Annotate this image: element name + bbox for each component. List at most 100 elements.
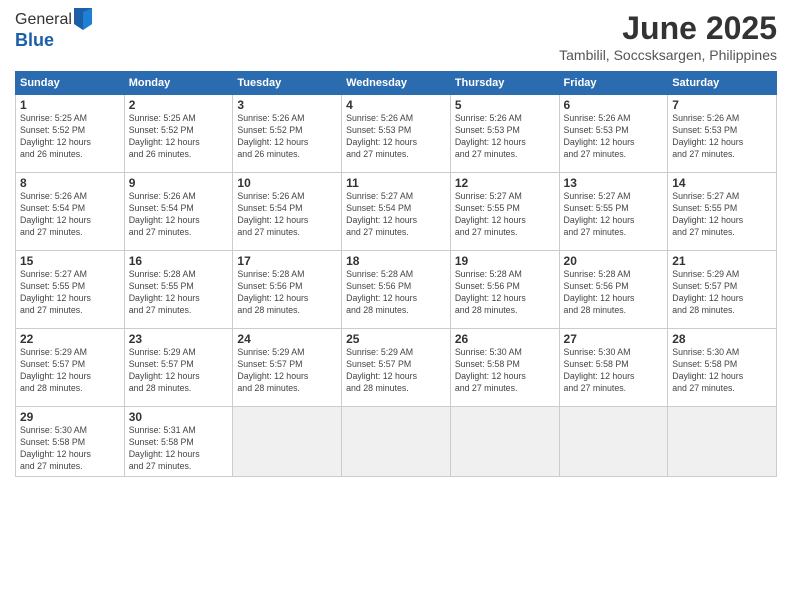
calendar-cell: 6Sunrise: 5:26 AM Sunset: 5:53 PM Daylig…	[559, 95, 668, 173]
day-info: Sunrise: 5:26 AM Sunset: 5:53 PM Dayligh…	[455, 113, 555, 161]
day-info: Sunrise: 5:30 AM Sunset: 5:58 PM Dayligh…	[672, 347, 772, 395]
day-number: 25	[346, 332, 446, 346]
day-info: Sunrise: 5:26 AM Sunset: 5:53 PM Dayligh…	[672, 113, 772, 161]
calendar-location: Tambilil, Soccsksargen, Philippines	[559, 47, 777, 63]
day-info: Sunrise: 5:27 AM Sunset: 5:55 PM Dayligh…	[672, 191, 772, 239]
day-info: Sunrise: 5:25 AM Sunset: 5:52 PM Dayligh…	[20, 113, 120, 161]
calendar-cell: 17Sunrise: 5:28 AM Sunset: 5:56 PM Dayli…	[233, 251, 342, 329]
day-number: 23	[129, 332, 229, 346]
day-info: Sunrise: 5:28 AM Sunset: 5:56 PM Dayligh…	[346, 269, 446, 317]
day-number: 29	[20, 410, 120, 424]
calendar-cell: 7Sunrise: 5:26 AM Sunset: 5:53 PM Daylig…	[668, 95, 777, 173]
day-info: Sunrise: 5:26 AM Sunset: 5:54 PM Dayligh…	[20, 191, 120, 239]
day-number: 17	[237, 254, 337, 268]
calendar-cell: 18Sunrise: 5:28 AM Sunset: 5:56 PM Dayli…	[342, 251, 451, 329]
col-header-thursday: Thursday	[450, 72, 559, 95]
day-number: 18	[346, 254, 446, 268]
day-info: Sunrise: 5:28 AM Sunset: 5:55 PM Dayligh…	[129, 269, 229, 317]
calendar-cell: 30Sunrise: 5:31 AM Sunset: 5:58 PM Dayli…	[124, 407, 233, 477]
day-number: 11	[346, 176, 446, 190]
day-number: 28	[672, 332, 772, 346]
calendar-cell: 19Sunrise: 5:28 AM Sunset: 5:56 PM Dayli…	[450, 251, 559, 329]
day-number: 21	[672, 254, 772, 268]
day-number: 10	[237, 176, 337, 190]
calendar-cell: 14Sunrise: 5:27 AM Sunset: 5:55 PM Dayli…	[668, 173, 777, 251]
logo-general-text: General	[15, 11, 72, 29]
calendar-cell: 25Sunrise: 5:29 AM Sunset: 5:57 PM Dayli…	[342, 329, 451, 407]
week-row-4: 22Sunrise: 5:29 AM Sunset: 5:57 PM Dayli…	[16, 329, 777, 407]
day-number: 6	[564, 98, 664, 112]
calendar-cell: 29Sunrise: 5:30 AM Sunset: 5:58 PM Dayli…	[16, 407, 125, 477]
calendar-cell: 28Sunrise: 5:30 AM Sunset: 5:58 PM Dayli…	[668, 329, 777, 407]
day-number: 12	[455, 176, 555, 190]
day-number: 1	[20, 98, 120, 112]
day-info: Sunrise: 5:29 AM Sunset: 5:57 PM Dayligh…	[672, 269, 772, 317]
calendar-cell	[668, 407, 777, 477]
calendar-cell: 10Sunrise: 5:26 AM Sunset: 5:54 PM Dayli…	[233, 173, 342, 251]
day-number: 14	[672, 176, 772, 190]
day-info: Sunrise: 5:29 AM Sunset: 5:57 PM Dayligh…	[346, 347, 446, 395]
logo-blue-text: Blue	[15, 30, 54, 50]
calendar-cell: 11Sunrise: 5:27 AM Sunset: 5:54 PM Dayli…	[342, 173, 451, 251]
day-info: Sunrise: 5:27 AM Sunset: 5:55 PM Dayligh…	[455, 191, 555, 239]
day-info: Sunrise: 5:26 AM Sunset: 5:53 PM Dayligh…	[346, 113, 446, 161]
logo-icon	[74, 8, 92, 30]
calendar-cell: 1Sunrise: 5:25 AM Sunset: 5:52 PM Daylig…	[16, 95, 125, 173]
calendar-cell: 27Sunrise: 5:30 AM Sunset: 5:58 PM Dayli…	[559, 329, 668, 407]
day-info: Sunrise: 5:26 AM Sunset: 5:54 PM Dayligh…	[237, 191, 337, 239]
day-number: 24	[237, 332, 337, 346]
day-info: Sunrise: 5:29 AM Sunset: 5:57 PM Dayligh…	[237, 347, 337, 395]
day-info: Sunrise: 5:28 AM Sunset: 5:56 PM Dayligh…	[237, 269, 337, 317]
day-number: 9	[129, 176, 229, 190]
calendar-cell: 26Sunrise: 5:30 AM Sunset: 5:58 PM Dayli…	[450, 329, 559, 407]
calendar-cell: 4Sunrise: 5:26 AM Sunset: 5:53 PM Daylig…	[342, 95, 451, 173]
calendar-cell: 9Sunrise: 5:26 AM Sunset: 5:54 PM Daylig…	[124, 173, 233, 251]
day-number: 26	[455, 332, 555, 346]
calendar-table: SundayMondayTuesdayWednesdayThursdayFrid…	[15, 71, 777, 477]
day-number: 13	[564, 176, 664, 190]
calendar-title: June 2025	[559, 10, 777, 47]
calendar-cell	[342, 407, 451, 477]
day-number: 7	[672, 98, 772, 112]
col-header-wednesday: Wednesday	[342, 72, 451, 95]
calendar-cell: 23Sunrise: 5:29 AM Sunset: 5:57 PM Dayli…	[124, 329, 233, 407]
day-number: 30	[129, 410, 229, 424]
calendar-cell: 22Sunrise: 5:29 AM Sunset: 5:57 PM Dayli…	[16, 329, 125, 407]
day-number: 2	[129, 98, 229, 112]
day-info: Sunrise: 5:30 AM Sunset: 5:58 PM Dayligh…	[564, 347, 664, 395]
calendar-cell: 8Sunrise: 5:26 AM Sunset: 5:54 PM Daylig…	[16, 173, 125, 251]
week-row-1: 1Sunrise: 5:25 AM Sunset: 5:52 PM Daylig…	[16, 95, 777, 173]
day-number: 15	[20, 254, 120, 268]
page: General Blue June 2025 Tambilil, Soccsks…	[0, 0, 792, 612]
col-header-saturday: Saturday	[668, 72, 777, 95]
logo: General Blue	[15, 10, 92, 51]
week-row-5: 29Sunrise: 5:30 AM Sunset: 5:58 PM Dayli…	[16, 407, 777, 477]
day-number: 16	[129, 254, 229, 268]
week-row-2: 8Sunrise: 5:26 AM Sunset: 5:54 PM Daylig…	[16, 173, 777, 251]
day-number: 22	[20, 332, 120, 346]
calendar-cell: 3Sunrise: 5:26 AM Sunset: 5:52 PM Daylig…	[233, 95, 342, 173]
col-header-sunday: Sunday	[16, 72, 125, 95]
day-info: Sunrise: 5:26 AM Sunset: 5:53 PM Dayligh…	[564, 113, 664, 161]
day-info: Sunrise: 5:27 AM Sunset: 5:55 PM Dayligh…	[564, 191, 664, 239]
calendar-cell: 15Sunrise: 5:27 AM Sunset: 5:55 PM Dayli…	[16, 251, 125, 329]
calendar-cell: 13Sunrise: 5:27 AM Sunset: 5:55 PM Dayli…	[559, 173, 668, 251]
calendar-cell: 5Sunrise: 5:26 AM Sunset: 5:53 PM Daylig…	[450, 95, 559, 173]
day-info: Sunrise: 5:27 AM Sunset: 5:54 PM Dayligh…	[346, 191, 446, 239]
calendar-cell: 21Sunrise: 5:29 AM Sunset: 5:57 PM Dayli…	[668, 251, 777, 329]
day-number: 19	[455, 254, 555, 268]
header-row: SundayMondayTuesdayWednesdayThursdayFrid…	[16, 72, 777, 95]
col-header-monday: Monday	[124, 72, 233, 95]
day-number: 20	[564, 254, 664, 268]
col-header-friday: Friday	[559, 72, 668, 95]
col-header-tuesday: Tuesday	[233, 72, 342, 95]
day-number: 8	[20, 176, 120, 190]
day-info: Sunrise: 5:30 AM Sunset: 5:58 PM Dayligh…	[20, 425, 120, 473]
week-row-3: 15Sunrise: 5:27 AM Sunset: 5:55 PM Dayli…	[16, 251, 777, 329]
calendar-cell: 16Sunrise: 5:28 AM Sunset: 5:55 PM Dayli…	[124, 251, 233, 329]
day-info: Sunrise: 5:29 AM Sunset: 5:57 PM Dayligh…	[20, 347, 120, 395]
day-info: Sunrise: 5:28 AM Sunset: 5:56 PM Dayligh…	[455, 269, 555, 317]
day-info: Sunrise: 5:30 AM Sunset: 5:58 PM Dayligh…	[455, 347, 555, 395]
day-number: 5	[455, 98, 555, 112]
calendar-cell	[450, 407, 559, 477]
